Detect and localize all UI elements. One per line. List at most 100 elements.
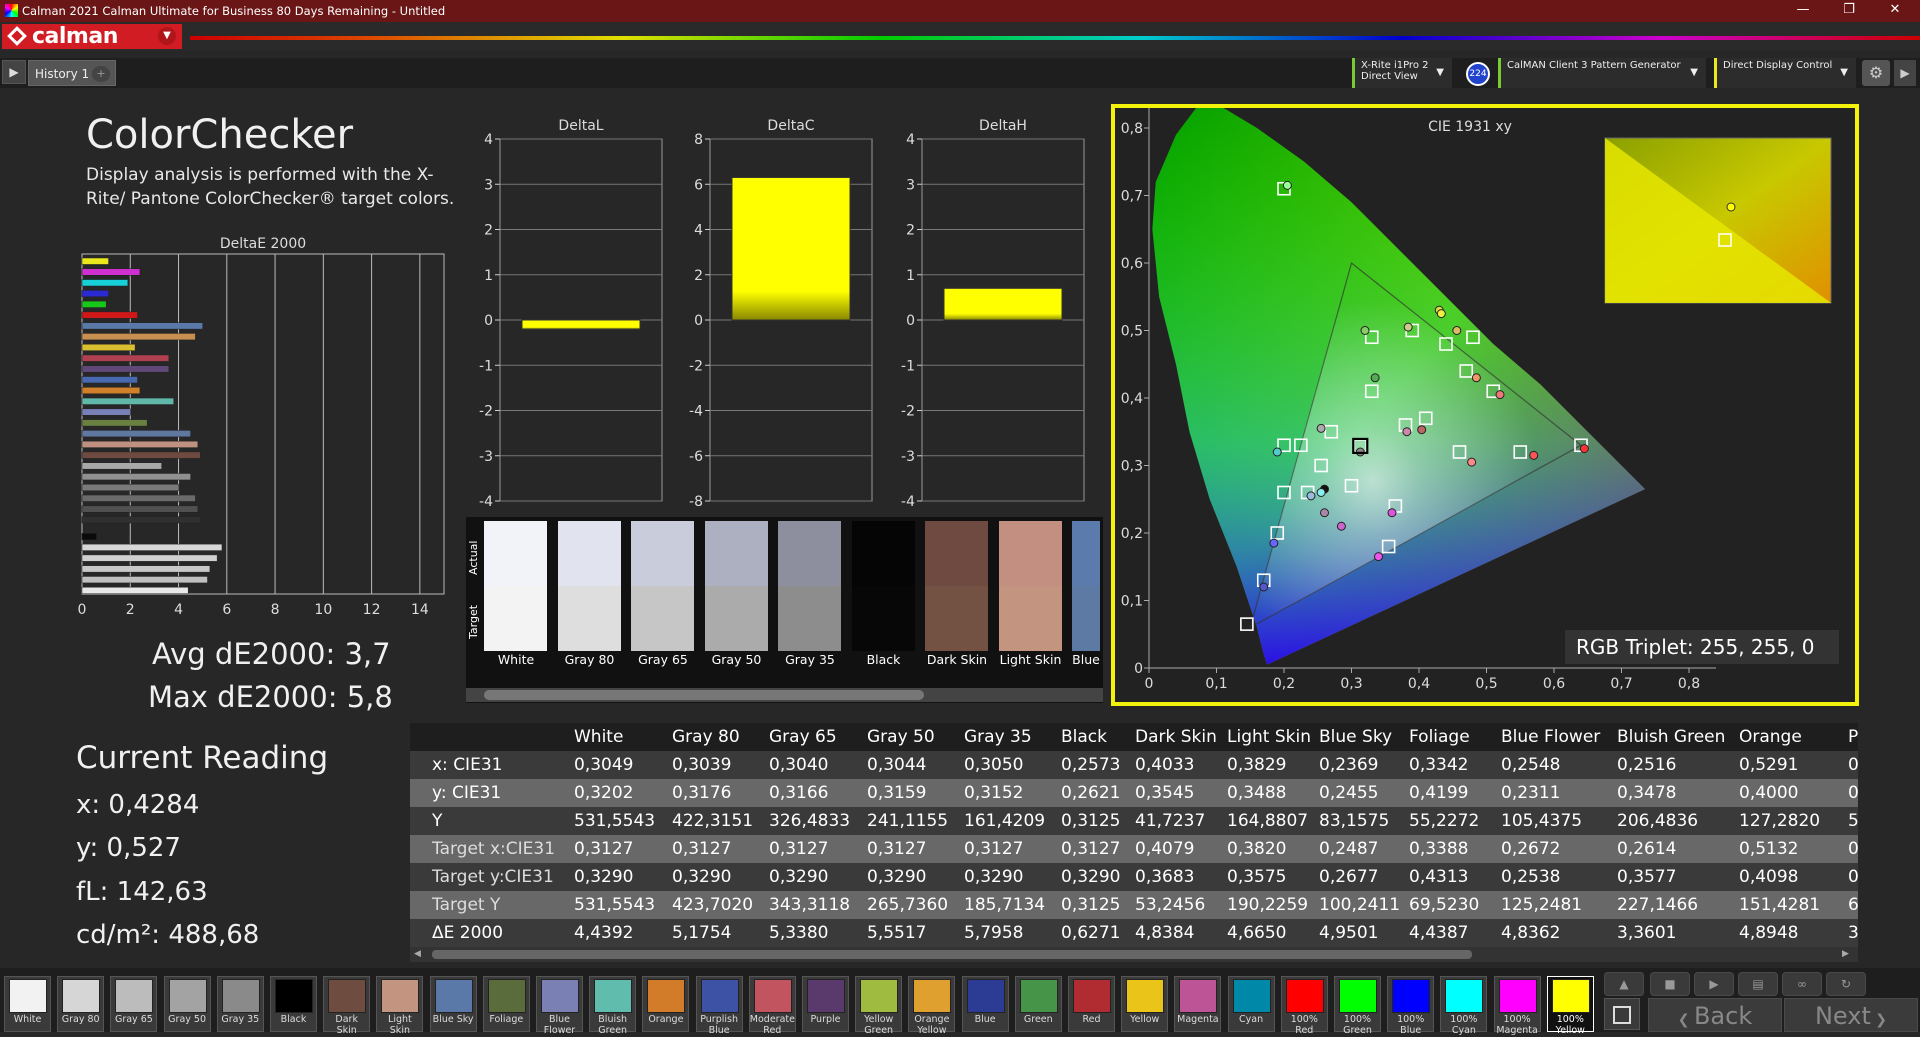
- delta-bar: [943, 287, 1063, 321]
- column-header: Gray 65: [769, 727, 837, 747]
- patch-100-red[interactable]: 100% Red: [1280, 976, 1328, 1036]
- patch-bluish-green[interactable]: Bluish Green: [589, 976, 637, 1036]
- swatch-gray-50[interactable]: [704, 521, 768, 651]
- swatch-gray-80[interactable]: [557, 521, 621, 651]
- patch-color: [275, 979, 313, 1013]
- patch-yellow[interactable]: Yellow: [1121, 976, 1169, 1032]
- play-icon[interactable]: ▶: [2, 60, 26, 84]
- loop-icon[interactable]: ∞: [1782, 972, 1822, 996]
- patch-color: [541, 979, 579, 1013]
- patch-black[interactable]: Black: [270, 976, 317, 1032]
- patch-blue-sky[interactable]: Blue Sky: [429, 976, 477, 1032]
- swatch-target: [851, 586, 915, 651]
- swatch-blue[interactable]: [1072, 521, 1100, 651]
- patch-gray-50[interactable]: Gray 50: [163, 976, 211, 1032]
- swatch-gray-35[interactable]: [778, 521, 841, 651]
- patch-100-cyan[interactable]: 100% Cyan: [1440, 976, 1488, 1036]
- delta-chart-title: DeltaC: [767, 118, 814, 134]
- patch-label: Foliage: [489, 1014, 524, 1025]
- next-button[interactable]: Next ❯: [1784, 998, 1918, 1032]
- expand-icon[interactable]: ▶: [1894, 60, 1916, 86]
- stop-record-icon[interactable]: ■: [1650, 972, 1690, 996]
- table-cell: 0,6271: [1061, 923, 1121, 943]
- calman-logo-icon: [7, 26, 27, 46]
- table-cell: 151,4281: [1739, 895, 1821, 915]
- patch-dark-skin[interactable]: Dark Skin: [323, 976, 371, 1036]
- avg-de-label: Avg dE2000: 3,7: [152, 637, 391, 671]
- row-label: ΔE 2000: [432, 923, 504, 943]
- swatch-light-skin[interactable]: [998, 521, 1062, 651]
- patch-label: Orange: [648, 1014, 684, 1025]
- patch-white[interactable]: White: [4, 976, 51, 1032]
- patch-blue-flower[interactable]: Blue Flower: [536, 976, 583, 1036]
- stop-icon[interactable]: [1604, 998, 1640, 1030]
- swatch-dark-skin[interactable]: [925, 521, 988, 651]
- patch-gray-65[interactable]: Gray 65: [110, 976, 158, 1032]
- patch-purple[interactable]: Purple: [802, 976, 849, 1032]
- patch-100-green[interactable]: 100% Green: [1334, 976, 1381, 1036]
- patch-light-skin[interactable]: Light Skin: [376, 976, 424, 1036]
- patch-magenta[interactable]: Magenta: [1174, 976, 1222, 1032]
- maximize-icon[interactable]: ❐: [1834, 2, 1864, 20]
- actual-point: [1370, 373, 1380, 383]
- delta-tick-label: -4: [479, 494, 493, 510]
- patch-yellow-green[interactable]: Yellow Green: [855, 976, 903, 1036]
- delta-tick-label: 0: [906, 313, 915, 329]
- patch-cyan[interactable]: Cyan: [1227, 976, 1275, 1032]
- swatch-black[interactable]: [851, 521, 915, 651]
- swatch-white[interactable]: [484, 521, 547, 651]
- swatch-target: [704, 586, 768, 651]
- save-icon[interactable]: ▤: [1738, 972, 1778, 996]
- patch-gray-35[interactable]: Gray 35: [216, 976, 264, 1032]
- patch-label: Red: [1082, 1014, 1101, 1025]
- swatch-label: Black: [866, 652, 901, 667]
- calman-menu-button[interactable]: calman ▼: [2, 24, 182, 49]
- add-tab-icon[interactable]: +: [92, 66, 110, 82]
- actual-point: [1417, 425, 1427, 435]
- chevron-down-icon: ▼: [158, 27, 176, 45]
- delta-tick-label: 4: [906, 132, 915, 148]
- patch-green[interactable]: Green: [1014, 976, 1062, 1032]
- patch-gray-80[interactable]: Gray 80: [57, 976, 105, 1032]
- table-cell: 0,3388: [1409, 839, 1469, 859]
- gear-icon[interactable]: ⚙: [1862, 60, 1890, 86]
- patch-foliage[interactable]: Foliage: [482, 976, 530, 1032]
- patch-red[interactable]: Red: [1068, 976, 1115, 1032]
- scroll-right-icon[interactable]: ▶: [1842, 949, 1854, 960]
- play-step-icon[interactable]: ▶: [1694, 972, 1734, 996]
- current-y: y: 0,527: [76, 833, 181, 863]
- patch-orange[interactable]: Orange: [642, 976, 690, 1032]
- swatch-actual: [925, 521, 988, 586]
- back-button[interactable]: ❮ Back: [1648, 998, 1782, 1032]
- patch-orange-yellow[interactable]: Orange Yellow: [908, 976, 956, 1036]
- refresh-icon[interactable]: ↻: [1826, 972, 1866, 996]
- patch-color: [1339, 979, 1377, 1013]
- swatch-gray-65[interactable]: [631, 521, 694, 651]
- swatch-scrollbar[interactable]: [466, 688, 1103, 702]
- patch-blue[interactable]: Blue: [961, 976, 1009, 1032]
- table-scrollbar-thumb[interactable]: [432, 950, 1472, 959]
- patch-moderate-red[interactable]: Moderate Red: [748, 976, 796, 1036]
- meter-badge[interactable]: 224: [1466, 62, 1490, 86]
- scrollbar-thumb[interactable]: [484, 690, 924, 700]
- patch-color: [1392, 979, 1431, 1013]
- meter-selector[interactable]: X-Rite i1Pro 2 Direct View ▼: [1352, 58, 1452, 88]
- patch-label: Blue Sky: [432, 1014, 474, 1025]
- next-label: Next: [1814, 1002, 1871, 1030]
- table-cell: 0,3202: [574, 783, 634, 803]
- patch-purplish-blue[interactable]: Purplish Blue: [695, 976, 743, 1036]
- table-scrollbar[interactable]: ◀ ▶: [410, 947, 1858, 962]
- patch-100-magenta[interactable]: 100% Magenta: [1493, 976, 1541, 1036]
- pattern-generator-selector[interactable]: CalMAN Client 3 Pattern Generator ▼: [1498, 58, 1706, 88]
- display-control-selector[interactable]: Direct Display Control ▼: [1714, 58, 1856, 88]
- patch-100-yellow[interactable]: 100% Yellow: [1546, 976, 1594, 1036]
- patch-100-blue[interactable]: 100% Blue: [1387, 976, 1435, 1036]
- deltae-bar: [81, 576, 208, 584]
- table-row: Target y:CIE31 0,3290 0,3290 0,3290 0,3290 0,…: [410, 863, 1858, 891]
- up-icon[interactable]: ▲: [1604, 972, 1644, 996]
- minimize-icon[interactable]: —: [1788, 2, 1818, 20]
- scroll-left-icon[interactable]: ◀: [414, 949, 426, 960]
- patch-color: [1126, 979, 1165, 1013]
- swatch-label: Gray 65: [638, 652, 688, 667]
- close-icon[interactable]: ✕: [1880, 2, 1910, 20]
